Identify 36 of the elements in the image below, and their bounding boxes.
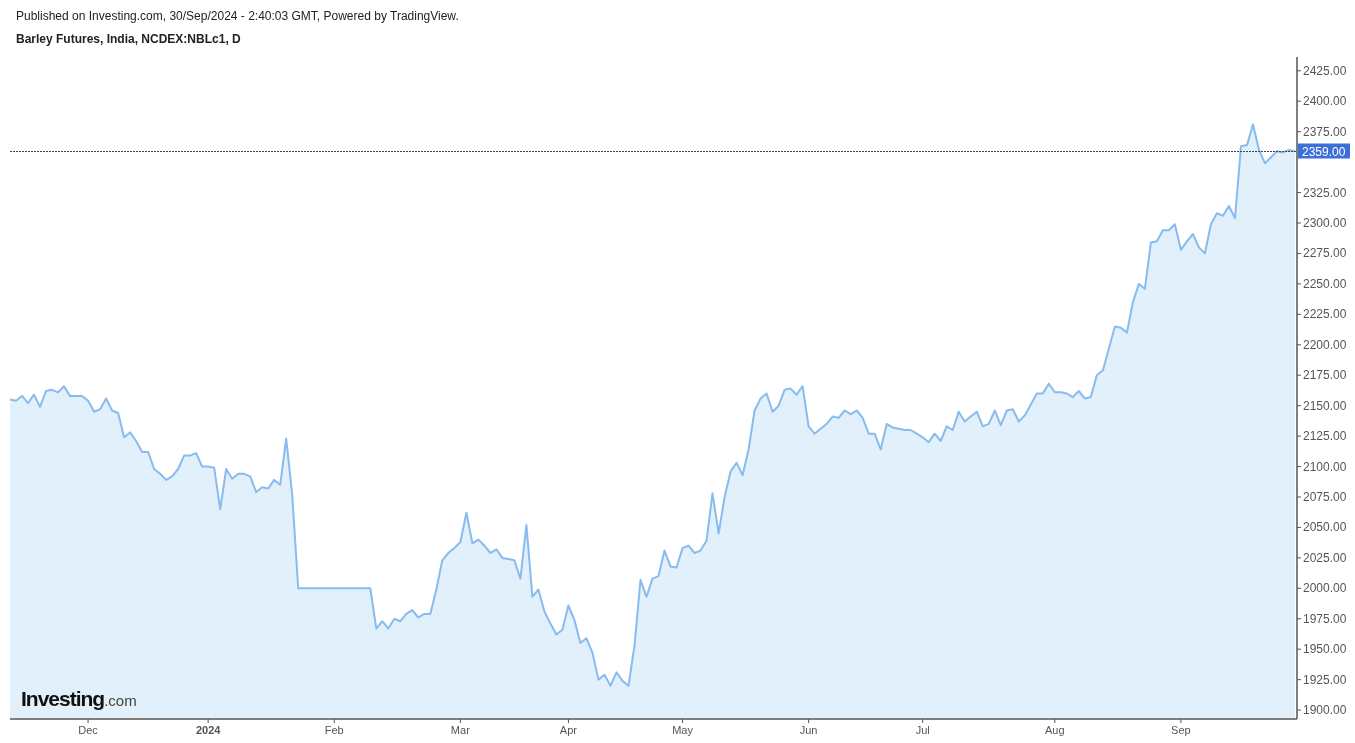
y-axis-label: 2325.00 [1303,185,1347,200]
y-axis-label: 2275.00 [1303,246,1347,261]
y-axis-label: 2100.00 [1303,459,1347,474]
chart-title: Barley Futures, India, NCDEX:NBLc1, D [16,32,241,47]
y-axis-label: 2250.00 [1303,276,1347,291]
x-axis-label: Sep [1171,724,1191,736]
y-axis-label: 2425.00 [1303,63,1347,78]
y-axis-label: 2050.00 [1303,520,1347,535]
x-axis-label: Mar [450,724,470,736]
y-axis-label: 2125.00 [1303,429,1347,444]
y-axis-label: 2075.00 [1303,490,1347,504]
y-axis-label: 2150.00 [1303,398,1347,413]
y-axis-label: 2175.00 [1303,368,1347,383]
x-axis-label: 2024 [195,724,221,736]
x-axis-label: Dec [78,724,98,736]
y-axis-label: 1950.00 [1303,642,1347,657]
y-axis-label: 2000.00 [1303,581,1347,596]
x-axis-label: Aug [1045,724,1065,736]
x-axis-label: Feb [324,724,344,736]
y-axis-label: 2375.00 [1303,124,1347,139]
x-axis-label: May [672,724,693,736]
published-note: Published on Investing.com, 30/Sep/2024 - 2:40:03 GMT, Powered by TradingView. [16,9,459,24]
x-axis-label: Jul [915,724,930,736]
y-axis-label: 1925.00 [1303,672,1347,687]
y-axis-label: 1975.00 [1303,611,1347,626]
y-axis-label: 2025.00 [1303,550,1347,565]
x-axis-label: Apr [559,724,577,736]
ref-line-label: 2359.00 [1302,144,1346,159]
y-axis-label: 2225.00 [1303,307,1347,322]
investing-logo: Investing.com [21,686,137,712]
y-axis-label: 1900.00 [1303,703,1347,718]
y-axis-label: 2400.00 [1303,94,1347,109]
last-price-label: 2359.00 [1298,143,1350,159]
y-axis-label: 2200.00 [1303,337,1347,352]
x-axis-label: Jun [799,724,818,736]
y-axis-label: 2300.00 [1303,216,1347,230]
